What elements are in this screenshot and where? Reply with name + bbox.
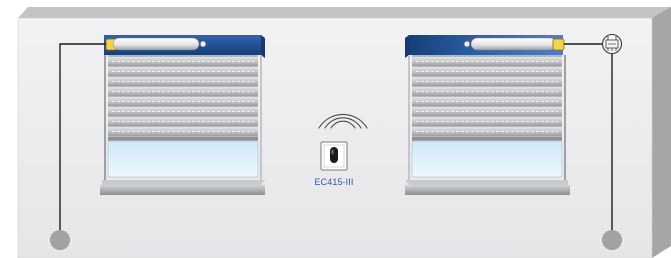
motor-tube xyxy=(112,37,200,51)
tubular-motor-icon xyxy=(104,35,265,58)
bottom-bar xyxy=(412,137,562,141)
wall-top-edge xyxy=(18,7,671,18)
left-shutter xyxy=(100,35,265,195)
window-glass xyxy=(108,141,258,177)
wireless-transmitter-icon[interactable] xyxy=(320,141,348,171)
window-glass xyxy=(412,141,562,177)
window-sill xyxy=(405,180,570,195)
control-receiver-icon xyxy=(601,33,623,55)
motor-end-cap xyxy=(552,38,565,51)
wall-side-edge xyxy=(652,7,671,258)
right-shutter xyxy=(405,35,570,195)
power-connection-icon xyxy=(50,230,70,250)
installation-diagram: EC415-III xyxy=(0,0,671,258)
power-connection-icon xyxy=(602,230,622,250)
transmitter-button[interactable] xyxy=(330,147,338,163)
tubular-motor-icon xyxy=(405,35,565,58)
wall-scene: EC415-III xyxy=(17,7,671,258)
model-label: EC415-III xyxy=(315,177,354,187)
bottom-bar xyxy=(108,137,258,141)
window-sill xyxy=(100,180,265,195)
motor-tube xyxy=(470,37,557,51)
